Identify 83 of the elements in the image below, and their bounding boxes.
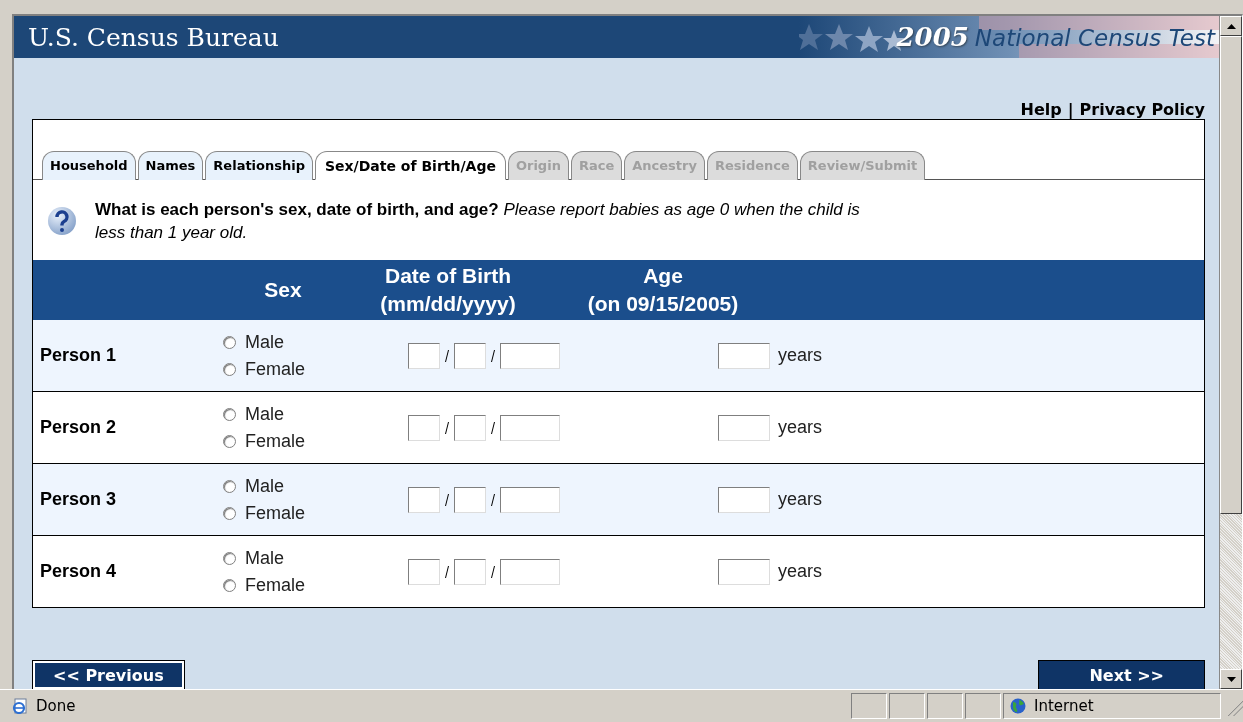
header-link[interactable]: Privacy Policy <box>1079 100 1205 119</box>
page-icon <box>12 698 28 714</box>
person-label: Person 1 <box>39 345 118 366</box>
column-header: Date of Birth <box>384 263 512 289</box>
link-separator: | <box>1067 100 1074 119</box>
option-label: Female <box>245 502 306 524</box>
day-field[interactable] <box>454 558 486 585</box>
year-field[interactable] <box>500 414 560 441</box>
month-field[interactable] <box>408 342 440 369</box>
unit-label: years <box>778 417 822 438</box>
day-field[interactable] <box>454 486 486 513</box>
site-title: U.S. Census Bureau <box>27 22 279 52</box>
unit-label: years <box>778 489 822 510</box>
radio-button[interactable] <box>223 578 236 592</box>
year-label: 2005 <box>896 22 969 52</box>
scroll-up-icon[interactable] <box>1220 16 1242 36</box>
year-field[interactable] <box>500 486 560 513</box>
question-text: What is each person's sex, date of birth, and age? Please report babies as age 0 when the child is less than 1 year old. <box>95 199 861 244</box>
option-label: Male <box>245 403 284 425</box>
radio-button[interactable] <box>223 407 236 421</box>
tab: Ancestry <box>624 151 705 180</box>
slash-icon <box>491 565 495 578</box>
person-label: Person 3 <box>39 489 118 510</box>
tab[interactable]: Sex/Date of Birth/Age <box>315 151 506 180</box>
radio-button[interactable] <box>223 335 236 349</box>
tab[interactable]: Relationship <box>205 151 313 180</box>
radio-button[interactable] <box>223 551 236 565</box>
option-label: Male <box>245 475 284 497</box>
day-field[interactable] <box>454 414 486 441</box>
scroll-down-icon[interactable] <box>1220 669 1242 689</box>
tab[interactable]: Names <box>137 151 204 180</box>
column-subheader: (mm/dd/yyyy) <box>379 291 517 317</box>
status-pane <box>927 693 963 719</box>
slash-icon <box>445 421 449 434</box>
globe-icon <box>1010 698 1026 714</box>
year-field[interactable] <box>500 558 560 585</box>
radio-button[interactable] <box>223 434 236 448</box>
unit-label: years <box>778 345 822 366</box>
status-pane <box>889 693 925 719</box>
month-field[interactable] <box>408 558 440 585</box>
unit-label: years <box>778 561 822 582</box>
next-button[interactable]: Next >> <box>1038 660 1205 689</box>
age-field[interactable] <box>718 558 770 585</box>
person-label: Person 2 <box>39 417 118 438</box>
slash-icon <box>491 493 495 506</box>
previous-button[interactable]: << Previous <box>32 660 185 689</box>
tab: Race <box>570 151 623 180</box>
column-header: Sex <box>263 277 303 303</box>
tab[interactable]: Household <box>42 151 136 180</box>
age-field[interactable] <box>718 342 770 369</box>
slash-icon <box>491 349 495 362</box>
scroll-thumb[interactable] <box>1220 36 1242 514</box>
option-label: Male <box>245 331 284 353</box>
slash-icon <box>491 421 495 434</box>
help-icon <box>47 206 77 236</box>
age-field[interactable] <box>718 486 770 513</box>
status-text: Done <box>36 697 76 715</box>
option-label: Female <box>245 430 306 452</box>
tab: Residence <box>706 151 798 180</box>
status-pane <box>851 693 887 719</box>
header-link[interactable]: Help <box>1020 100 1062 119</box>
age-field[interactable] <box>718 414 770 441</box>
option-label: Female <box>245 574 306 596</box>
month-field[interactable] <box>408 414 440 441</box>
option-label: Female <box>245 358 306 380</box>
radio-button[interactable] <box>223 362 236 376</box>
status-pane <box>965 693 1001 719</box>
column-header: Age <box>642 263 684 289</box>
slash-icon <box>445 493 449 506</box>
year-field[interactable] <box>500 342 560 369</box>
day-field[interactable] <box>454 342 486 369</box>
month-field[interactable] <box>408 486 440 513</box>
column-subheader: (on 09/15/2005) <box>586 291 740 317</box>
radio-button[interactable] <box>223 479 236 493</box>
option-label: Male <box>245 547 284 569</box>
banner-subtitle: National Census Test <box>974 25 1215 51</box>
tab: Origin <box>507 151 569 180</box>
zone-text: Internet <box>1034 697 1094 715</box>
tab: Review/Submit <box>799 151 926 180</box>
slash-icon <box>445 565 449 578</box>
slash-icon <box>445 349 449 362</box>
person-label: Person 4 <box>39 561 118 582</box>
radio-button[interactable] <box>223 506 236 520</box>
